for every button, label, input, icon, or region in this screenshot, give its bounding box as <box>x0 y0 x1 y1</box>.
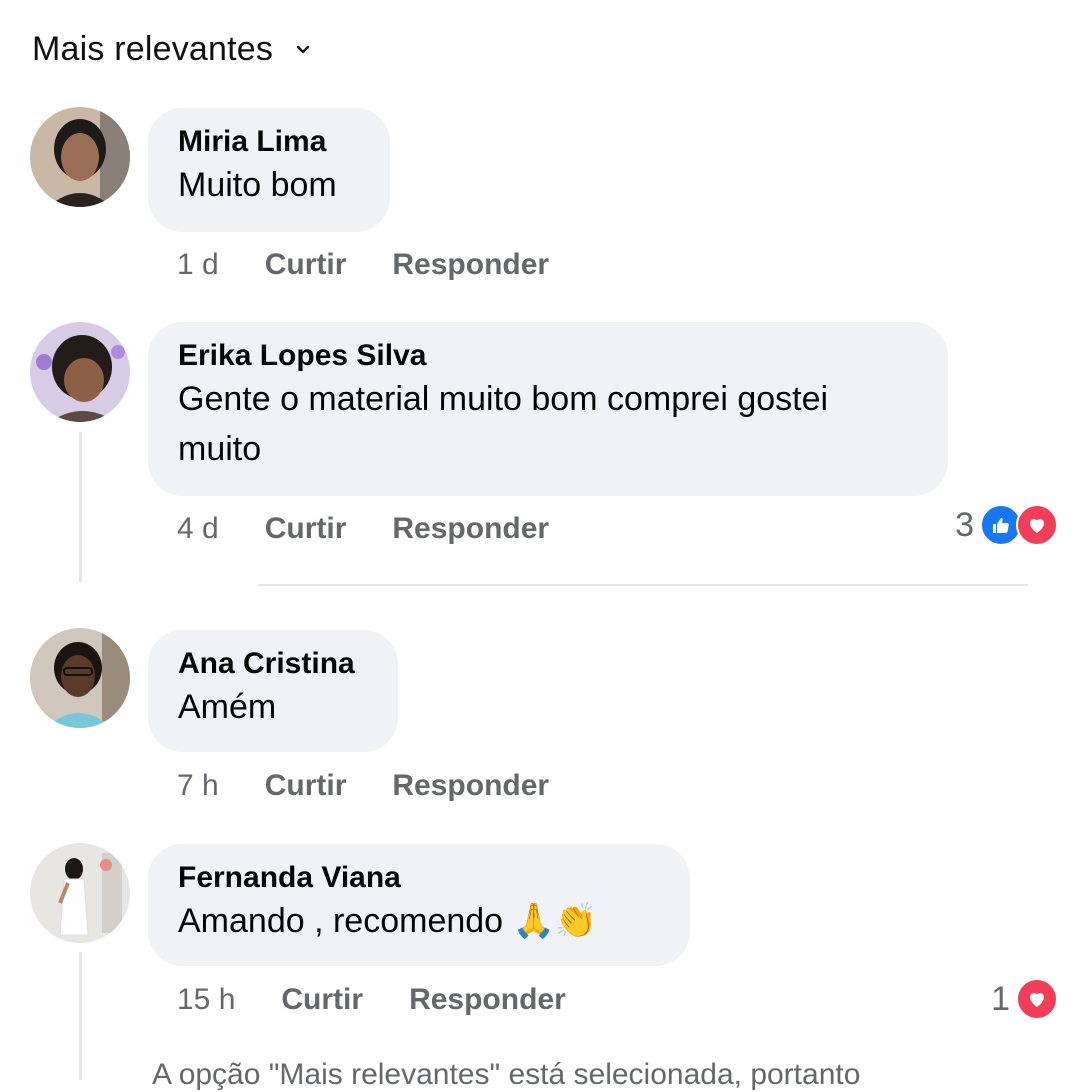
reply-button[interactable]: Responder <box>392 769 549 803</box>
reaction-count: 1 <box>991 979 1010 1018</box>
reply-button[interactable]: Responder <box>392 248 549 282</box>
emoji-praying-clapping: 🙏👏 <box>512 901 598 941</box>
comment-bubble: Erika Lopes Silva Gente o material muito… <box>148 322 948 496</box>
comment-meta: 1 d Curtir Responder <box>177 248 595 282</box>
comment-bubble: Ana Cristina Amém <box>148 630 398 752</box>
like-button[interactable]: Curtir <box>265 769 347 803</box>
comment-time[interactable]: 7 h <box>177 769 219 803</box>
love-icon <box>1016 978 1058 1020</box>
comment-bubble: Miria Lima Muito bom <box>148 108 390 232</box>
reply-divider <box>258 584 1028 586</box>
sort-label: Mais relevantes <box>32 30 274 68</box>
comment-meta: 7 h Curtir Responder <box>177 769 595 803</box>
avatar[interactable] <box>30 628 130 728</box>
chevron-down-icon <box>295 42 311 58</box>
like-button[interactable]: Curtir <box>265 512 347 546</box>
comment-bubble: Fernanda Viana Amando , recomendo 🙏👏 <box>148 844 690 966</box>
reaction-count: 3 <box>955 505 974 544</box>
reply-button[interactable]: Responder <box>392 512 549 546</box>
comment-text: Gente o material muito bom comprei goste… <box>178 380 829 468</box>
comment-author[interactable]: Fernanda Viana <box>178 860 660 896</box>
comment-text-body: Amando , recomendo <box>178 902 504 940</box>
avatar[interactable] <box>30 322 130 422</box>
reaction-summary[interactable]: 3 <box>955 504 1058 546</box>
comment-text: Muito bom <box>178 166 337 204</box>
comment-text: Amém <box>178 688 277 726</box>
comment-text: Amando , recomendo 🙏👏 <box>178 896 660 946</box>
comment-author[interactable]: Miria Lima <box>178 124 360 160</box>
like-button[interactable]: Curtir <box>281 983 363 1017</box>
reaction-summary[interactable]: 1 <box>991 978 1058 1020</box>
comment-time[interactable]: 15 h <box>177 983 235 1017</box>
reply-button[interactable]: Responder <box>409 983 566 1017</box>
sort-dropdown[interactable]: Mais relevantes <box>32 30 311 69</box>
avatar[interactable] <box>30 843 130 943</box>
comment-meta: 4 d Curtir Responder <box>177 512 595 546</box>
sort-info-text: A opção "Mais relevantes" está seleciona… <box>152 1058 861 1091</box>
love-icon <box>1016 504 1058 546</box>
comment-time[interactable]: 1 d <box>177 248 219 282</box>
reply-thread-line <box>79 432 82 582</box>
reply-thread-line <box>79 952 82 1080</box>
comment-time[interactable]: 4 d <box>177 512 219 546</box>
comment-author[interactable]: Erika Lopes Silva <box>178 338 918 374</box>
like-button[interactable]: Curtir <box>265 248 347 282</box>
comment-author[interactable]: Ana Cristina <box>178 646 368 682</box>
comment-meta: 15 h Curtir Responder <box>177 983 612 1017</box>
avatar[interactable] <box>30 107 130 207</box>
